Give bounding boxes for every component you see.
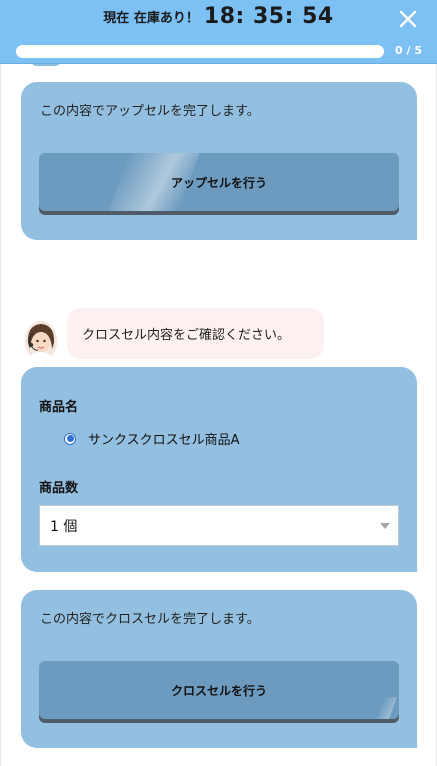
quantity-select[interactable]: 1 個 (39, 505, 399, 546)
upsell-confirm-card: この内容でアップセルを完了します。 アップセルを行う (21, 82, 417, 240)
header-bar: 現在 在庫あり！ 18: 35: 54 0 / 5 (0, 0, 437, 64)
header-title: 現在 在庫あり！ 18: 35: 54 (0, 4, 437, 29)
crosssell-confirm-text: この内容でクロスセルを完了します。 (40, 612, 260, 627)
operator-avatar-icon (25, 321, 57, 359)
operator-avatar (25, 321, 57, 359)
previous-card-edge (31, 64, 61, 66)
quantity-label: 商品数 (39, 481, 79, 496)
progress-bar (16, 45, 384, 58)
crosssell-confirm-card: この内容でクロスセルを完了します。 クロスセルを行う (21, 590, 417, 748)
progress-count: 0 / 5 (395, 44, 422, 57)
chevron-down-icon (380, 523, 390, 529)
product-name-label: 商品名 (39, 400, 79, 415)
countdown-timer: 18: 35: 54 (203, 4, 334, 29)
upsell-confirm-text: この内容でアップセルを完了します。 (40, 104, 260, 119)
quantity-selected-value: 1 個 (50, 518, 78, 535)
crosssell-button[interactable]: クロスセルを行う (39, 661, 399, 719)
radio-selected-icon[interactable] (64, 432, 76, 445)
product-option-radio[interactable]: サンクスクロスセル商品A (64, 429, 240, 448)
close-icon (399, 10, 417, 28)
crosssell-button-label: クロスセルを行う (170, 683, 267, 698)
operator-message-bubble: クロスセル内容をご確認ください。 (67, 308, 324, 359)
stock-status-label: 現在 在庫あり！ (103, 11, 199, 26)
operator-message-text: クロスセル内容をご確認ください。 (82, 328, 291, 343)
upsell-button[interactable]: アップセルを行う (39, 153, 399, 211)
radio-dot (66, 435, 74, 442)
chat-content[interactable]: この内容でアップセルを完了します。 アップセルを行う クロスセル内容をご確認くだ… (0, 64, 437, 766)
crosssell-form-card: 商品名 サンクスクロスセル商品A 商品数 1 個 (21, 367, 417, 572)
upsell-button-label: アップセルを行う (170, 175, 267, 190)
button-shine (376, 697, 398, 719)
product-option-label: サンクスクロスセル商品A (88, 433, 240, 448)
close-button[interactable] (397, 8, 419, 30)
